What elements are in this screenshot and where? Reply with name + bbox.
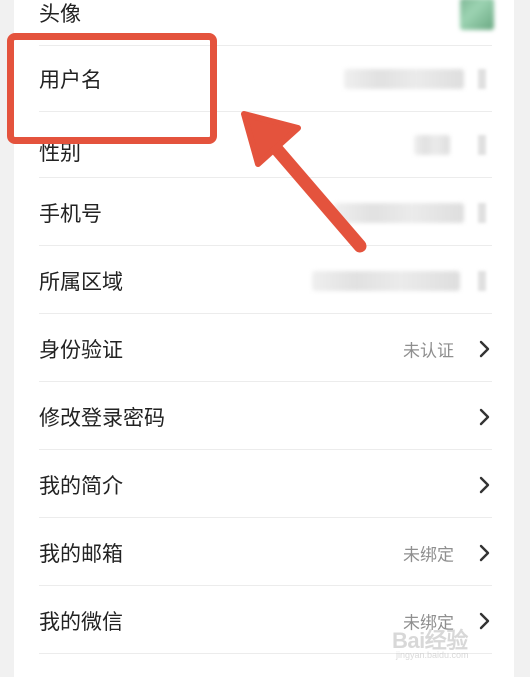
highlight-annotation-box [7, 33, 217, 144]
row-phone-label: 手机号 [39, 202, 102, 226]
chevron-right-icon [478, 271, 486, 291]
username-value-blurred [344, 69, 464, 89]
chevron-right-icon [478, 69, 486, 89]
chevron-right-icon [478, 135, 486, 155]
row-change-password-label: 修改登录密码 [39, 406, 165, 430]
chevron-right-icon [478, 203, 486, 223]
status-text: 未认证 [403, 341, 454, 362]
region-value-blurred [312, 271, 460, 291]
avatar[interactable] [460, 0, 494, 30]
row-change-password[interactable]: 修改登录密码 [14, 384, 514, 450]
chevron-right-icon [479, 544, 490, 562]
row-identity-verify[interactable]: 身份验证 未认证 [14, 316, 514, 382]
divider [39, 313, 492, 314]
divider [39, 517, 492, 518]
row-email[interactable]: 我的邮箱 未绑定 [14, 520, 514, 586]
row-region-label: 所属区域 [39, 270, 123, 294]
arrow-annotation [241, 111, 367, 253]
profile-settings-page: 头像 用户名 性别 手机号 所属区域 身份验证 未认证 修改登录密码 我的简介 … [0, 0, 530, 677]
chevron-right-icon [479, 340, 490, 358]
divider [39, 449, 492, 450]
row-wechat-label: 我的微信 [39, 610, 123, 634]
row-bio-label: 我的简介 [39, 474, 123, 498]
gender-value-blurred [414, 135, 450, 155]
divider [39, 381, 492, 382]
row-identity-verify-label: 身份验证 [39, 338, 123, 362]
status-text: 未绑定 [403, 545, 454, 566]
row-avatar-label: 头像 [39, 2, 81, 26]
row-email-label: 我的邮箱 [39, 542, 123, 566]
chevron-right-icon [479, 476, 490, 494]
chevron-right-icon [479, 408, 490, 426]
row-bio[interactable]: 我的简介 [14, 452, 514, 518]
watermark-logo: Bai经验 jingyan.baidu.com [392, 623, 512, 663]
divider [39, 585, 492, 586]
watermark-subtext: jingyan.baidu.com [396, 650, 469, 660]
